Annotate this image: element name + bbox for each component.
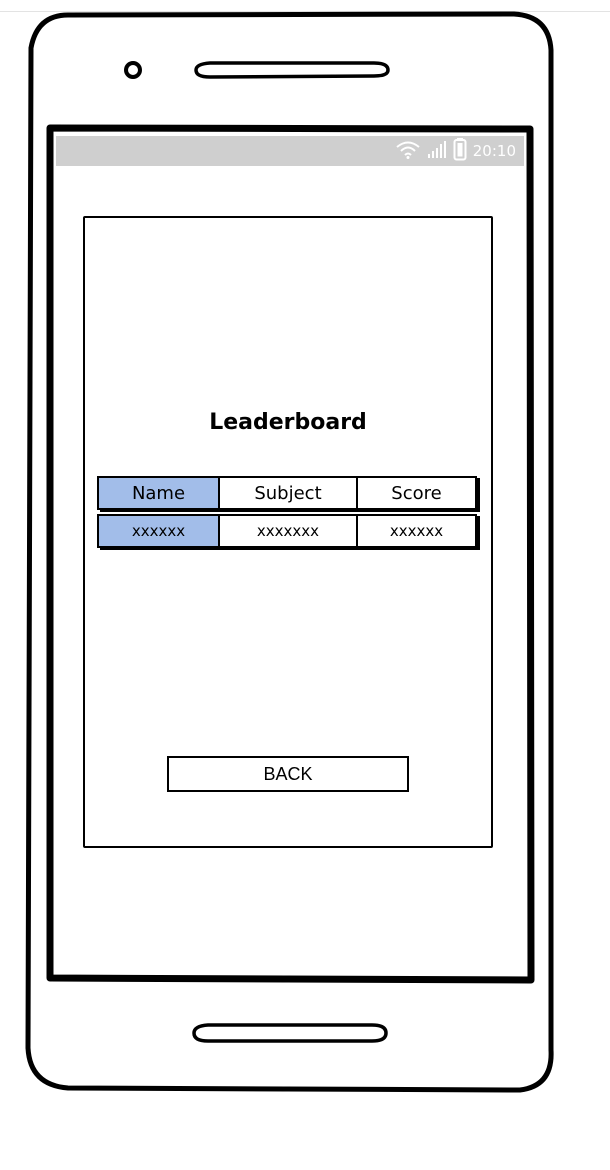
status-icons: 20:10 xyxy=(395,136,516,166)
page-title: Leaderboard xyxy=(209,410,367,435)
back-button[interactable]: BACK xyxy=(167,756,409,792)
signal-icon xyxy=(427,139,447,164)
status-bar: 20:10 xyxy=(56,136,524,166)
battery-icon xyxy=(453,137,467,166)
cell-name: xxxxxx xyxy=(99,516,220,546)
table-header-row: Name Subject Score xyxy=(97,476,477,510)
header-subject: Subject xyxy=(220,478,358,508)
wifi-icon xyxy=(395,139,421,164)
table-row: xxxxxx xxxxxxx xxxxxx xyxy=(97,514,477,548)
header-score: Score xyxy=(391,482,442,504)
leaderboard-table: Name Subject Score xxxxxx xxxxxxx xxxxxx xyxy=(97,476,477,552)
cell-score: xxxxxx xyxy=(389,522,444,540)
status-time: 20:10 xyxy=(472,142,516,160)
header-name: Name xyxy=(99,478,220,508)
cell-subject: xxxxxxx xyxy=(220,516,358,546)
